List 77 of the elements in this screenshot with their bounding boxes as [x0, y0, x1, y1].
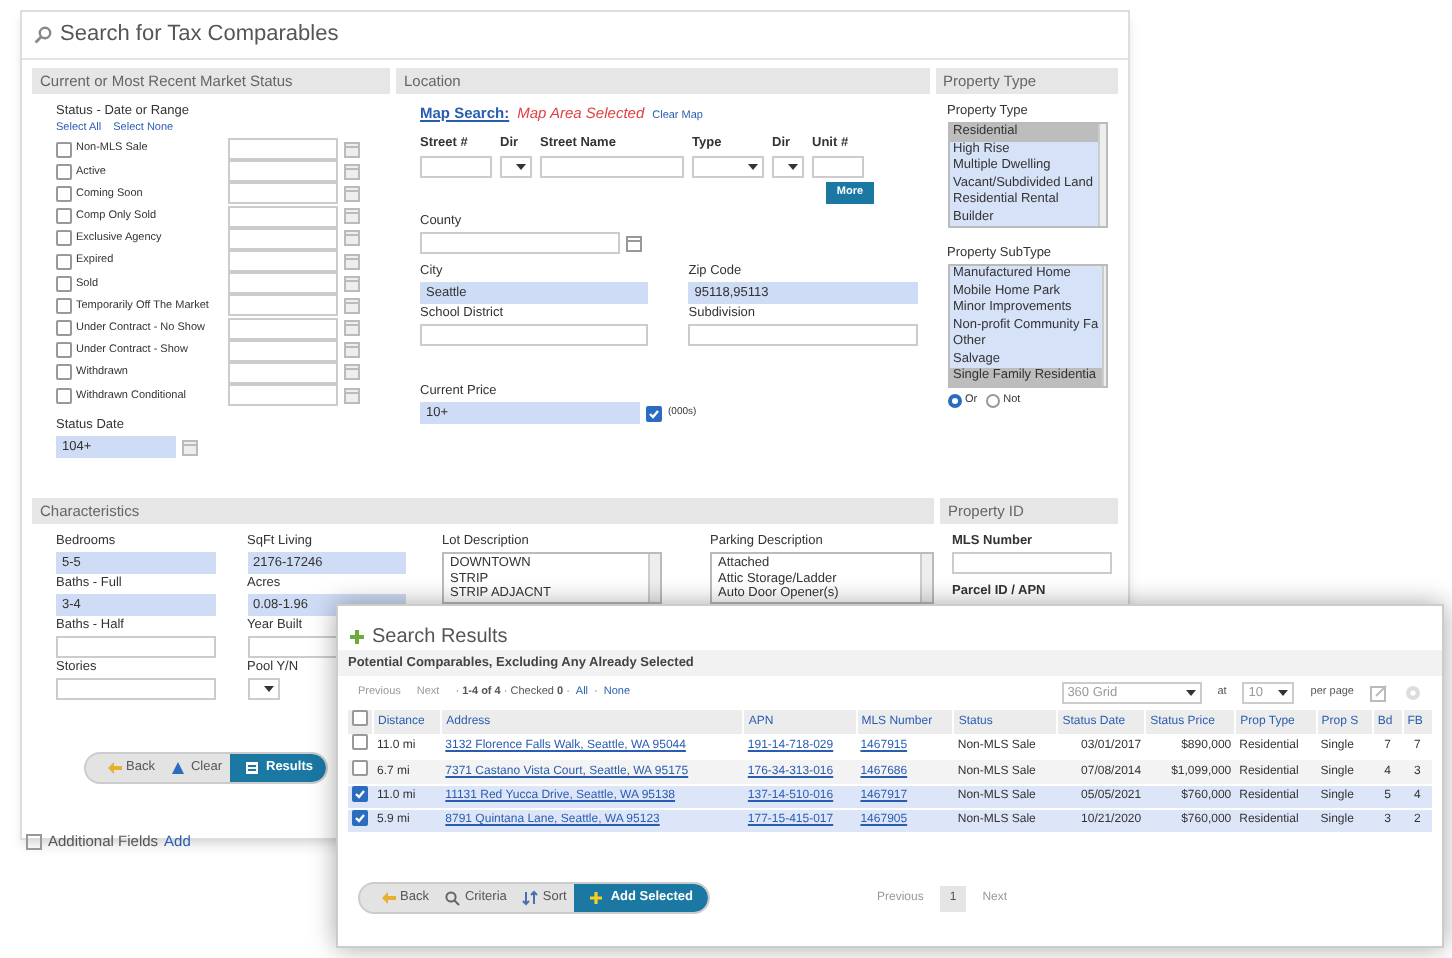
checkbox[interactable] [56, 275, 72, 292]
dropdown[interactable] [500, 156, 532, 178]
checkbox[interactable] [56, 208, 72, 225]
checkbox[interactable] [352, 734, 368, 750]
caret-icon [1185, 690, 1196, 696]
input-field[interactable] [228, 205, 338, 228]
radio-button[interactable] [985, 393, 1000, 408]
input-field[interactable] [228, 160, 338, 183]
input-field[interactable] [228, 384, 338, 407]
input-field[interactable] [228, 250, 338, 273]
list-icon [244, 760, 260, 776]
input-field[interactable] [228, 182, 338, 205]
sort-icon [522, 890, 539, 906]
input-field[interactable] [420, 324, 649, 346]
caret-icon [788, 164, 798, 170]
checkbox[interactable] [56, 297, 72, 314]
calendar-icon [344, 297, 360, 314]
scrollbar [1102, 266, 1106, 386]
caret-icon [263, 686, 273, 692]
caret-icon [516, 164, 526, 170]
caret-icon [748, 164, 758, 170]
back-arrow-icon [380, 890, 396, 906]
calendar-icon [182, 439, 198, 456]
plus-icon [588, 890, 605, 906]
input-field[interactable] [56, 636, 215, 658]
caret-icon [1278, 690, 1289, 696]
calendar-icon [344, 364, 360, 381]
input-field[interactable] [952, 552, 1112, 574]
calendar-icon [344, 230, 360, 247]
radio-button[interactable] [947, 393, 962, 408]
calendar-icon [344, 387, 360, 404]
input-field[interactable] [540, 156, 684, 178]
checkbox[interactable] [56, 230, 72, 247]
calendar-icon [344, 275, 360, 292]
dropdown[interactable] [247, 678, 279, 700]
calendar-icon [344, 320, 360, 337]
input-field[interactable] [228, 339, 338, 362]
checkbox[interactable] [56, 364, 72, 381]
checkbox[interactable] [56, 342, 72, 359]
calendar-icon [344, 253, 360, 270]
window-title: Search for Tax Comparables [60, 20, 339, 51]
input-field[interactable] [228, 361, 338, 384]
checkbox[interactable] [56, 253, 72, 270]
checkbox[interactable] [56, 387, 72, 404]
calendar-icon [344, 208, 360, 225]
checkbox[interactable] [56, 163, 72, 180]
edit-icon [1370, 684, 1388, 702]
checkbox[interactable] [352, 760, 368, 776]
checkbox[interactable] [56, 320, 72, 337]
search-icon [444, 890, 461, 906]
input-field[interactable] [228, 138, 338, 161]
input-field[interactable] [420, 156, 492, 178]
checkbox[interactable] [352, 786, 368, 802]
search-icon [34, 26, 52, 44]
input-field[interactable] [228, 317, 338, 340]
checkbox[interactable] [56, 141, 72, 158]
scrollbar [1097, 124, 1106, 226]
plus-icon [350, 629, 364, 643]
input-field[interactable] [228, 227, 338, 250]
window-icon [626, 235, 642, 251]
input-field[interactable] [228, 272, 338, 295]
checkbox[interactable] [352, 810, 368, 826]
dropdown[interactable] [772, 156, 804, 178]
calendar-icon [344, 141, 360, 158]
calendar-icon [344, 185, 360, 202]
input-field[interactable] [228, 294, 338, 317]
input-field[interactable] [56, 678, 215, 700]
window-title: Search Results [372, 623, 508, 651]
input-field[interactable] [420, 232, 620, 254]
calendar-icon [344, 342, 360, 359]
input-field[interactable] [812, 156, 864, 178]
checkbox[interactable] [56, 185, 72, 202]
back-arrow-icon [106, 760, 122, 776]
input-field[interactable] [688, 324, 918, 346]
checkbox[interactable] [352, 710, 368, 726]
calendar-icon [344, 163, 360, 180]
checkbox[interactable] [646, 405, 662, 421]
